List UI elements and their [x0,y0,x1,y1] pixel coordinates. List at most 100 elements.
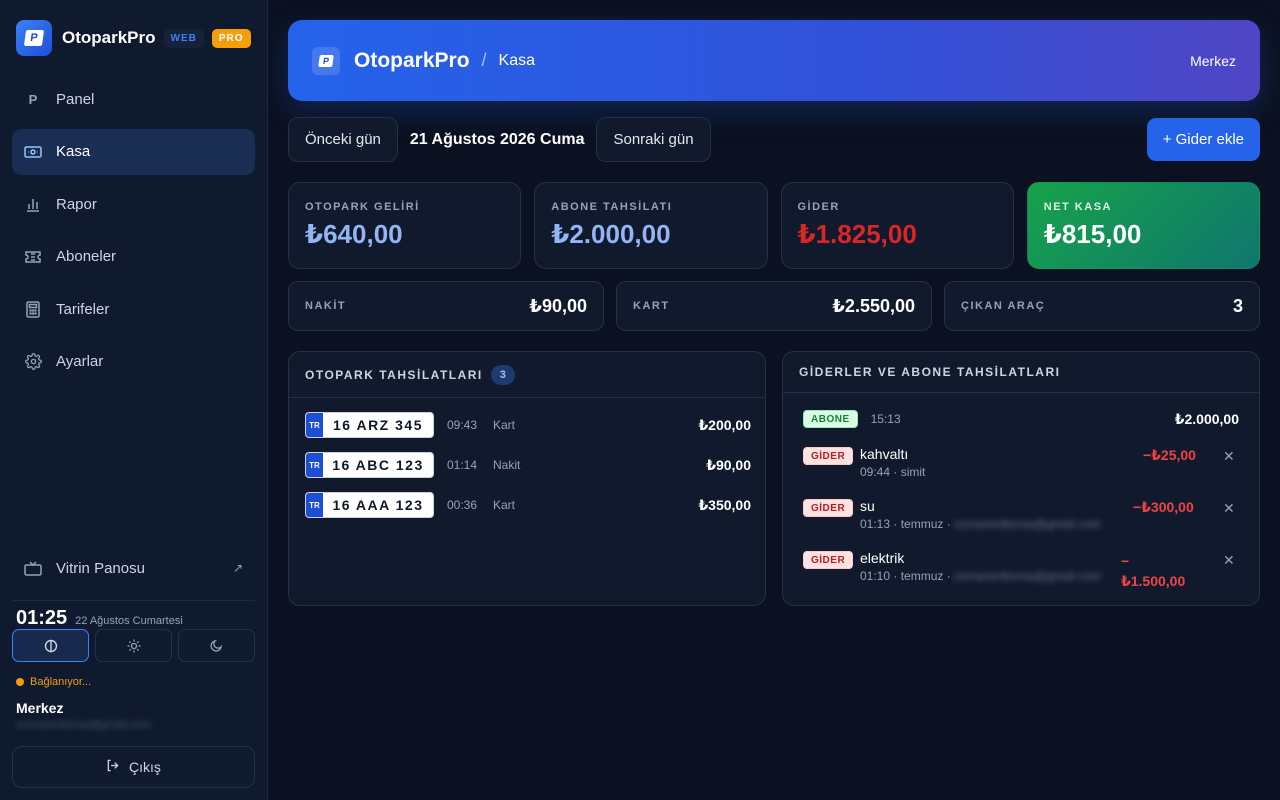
next-day-button[interactable]: Sonraki gün [596,117,711,162]
list-item: ABONE 15:13 ₺2.000,00 [803,409,1239,429]
abone-tag: ABONE [803,410,858,428]
connection-status: Bağlanıyor... [16,676,91,688]
clock-time: 01:25 [16,607,68,629]
clock-date: 22 Ağustos Cumartesi [75,615,183,627]
panel-letter-icon: P [28,91,38,107]
sidebar-item-label: Aboneler [56,248,117,265]
plate-country: TR [306,413,323,437]
sidebar: P OtoparkPro WEB PRO P Panel Kasa Rapor … [0,0,268,800]
entry-amount-sign: − [1121,553,1130,569]
entry-subtitle: 01:13 · temmuz · ozmanertborsa@gmail.com [860,517,1101,531]
date-toolbar: Önceki gün 21 Ağustos 2026 Cuma Sonraki … [288,117,1260,162]
plate-number: 16 AAA 123 [332,497,424,513]
entry-amount-value: ₺1.500,00 [1121,573,1186,589]
status-dot [16,678,24,686]
sidebar-item-label: Tarifeler [56,300,110,318]
sidebar-item-kasa[interactable]: Kasa [12,128,255,175]
sidebar-divider [12,600,255,601]
page-header: P OtoparkPro / Kasa Merkez [288,20,1260,101]
summary-value: ₺90,00 [529,295,587,316]
tv-icon [24,559,42,577]
sidebar-item-rapor[interactable]: Rapor [12,181,255,227]
parking-logo-icon: P [16,20,52,56]
header-brand: OtoparkPro [354,48,470,72]
user-name: Merkez [16,700,64,716]
panel-title: OTOPARK TAHSİLATLARI [305,367,483,382]
table-row[interactable]: TR 16 ARZ 345 09:43 Kart ₺200,00 [305,412,751,438]
payment-amount: ₺90,00 [706,456,751,473]
previous-day-button[interactable]: Önceki gün [288,117,398,162]
cash-icon [24,143,42,161]
stat-card-gider: GİDER ₺1.825,00 [780,182,1014,269]
delete-entry-button[interactable]: ✕ [1223,552,1235,569]
vitrin-panosu-link[interactable]: Vitrin Panosu ↗ [12,546,255,590]
stat-label: OTOPARK GELİRİ [305,201,420,213]
entry-subtitle-text: 01:13 · temmuz · [860,517,955,531]
payment-method: Nakit [493,458,521,472]
entry-amount: −₺300,00 [1133,499,1194,515]
payment-amount: ₺350,00 [698,496,751,513]
parking-payments-panel: OTOPARK TAHSİLATLARI 3 TR 16 ARZ 345 09:… [288,351,766,606]
theme-dark-button[interactable] [178,629,255,662]
theme-auto-button[interactable] [12,629,89,662]
sidebar-item-label: Ayarlar [56,353,104,370]
expenses-panel: GİDERLER VE ABONE TAHSİLATLARI ABONE 15:… [782,351,1260,606]
license-plate: TR 16 ABC 123 [305,452,434,478]
sidebar-item-label: Panel [56,90,95,108]
add-expense-button[interactable]: + Gider ekle [1146,118,1260,161]
stat-card-abone-tahsilati: ABONE TAHSİLATI ₺2.000,00 [534,182,768,269]
license-plate: TR 16 ARZ 345 [305,412,434,438]
entry-subtitle-text: 01:10 · temmuz · [860,569,955,583]
pro-badge: PRO [211,28,251,48]
entry-amount: − ₺1.500,00 [1121,551,1185,591]
panel-header: OTOPARK TAHSİLATLARI 3 [289,352,765,398]
summary-label: NAKİT [305,300,347,312]
count-badge: 3 [490,364,515,385]
clock: 01:25 22 Ağustos Cumartesi [16,607,183,630]
stat-card-net-kasa: NET KASA ₺815,00 [1026,182,1260,269]
user-email: ozmanertborsa@gmail.com [16,719,151,731]
stat-card-otopark-geliri: OTOPARK GELİRİ ₺640,00 [288,182,522,269]
vitrin-label: Vitrin Panosu [56,559,145,577]
entry-amount: ₺2.000,00 [1174,410,1239,427]
sidebar-item-panel[interactable]: P Panel [12,76,255,122]
theme-switcher [12,629,255,662]
entry-title: su [860,498,875,514]
ticket-icon [24,248,42,266]
table-row[interactable]: TR 16 ABC 123 01:14 Nakit ₺90,00 [305,452,751,478]
sidebar-item-ayarlar[interactable]: Ayarlar [12,339,255,385]
table-row[interactable]: TR 16 AAA 123 00:36 Kart ₺350,00 [305,492,751,518]
calculator-icon [24,300,42,318]
entry-subtitle: 09:44 · simit [860,465,926,479]
summary-card-kart: KART ₺2.550,00 [616,281,932,331]
stat-label: NET KASA [1043,201,1112,213]
entry-title: kahvaltı [860,446,909,462]
delete-entry-button[interactable]: ✕ [1223,448,1235,465]
logout-button[interactable]: Çıkış [12,746,255,788]
stat-label: GİDER [797,201,840,213]
payment-time: 01:14 [447,458,478,472]
logout-icon [106,759,119,775]
summary-label: KART [633,300,670,312]
gider-tag: GİDER [803,499,854,517]
entry-text: su 01:13 · temmuz · ozmanertborsa@gmail.… [860,498,1101,531]
web-badge: WEB [163,28,204,48]
delete-entry-button[interactable]: ✕ [1223,500,1235,517]
summary-value: ₺2.550,00 [832,295,915,316]
summary-card-cikan-arac: ÇIKAN ARAÇ 3 [944,281,1260,331]
summary-label: ÇIKAN ARAÇ [961,300,1046,312]
page-title: Kasa [498,51,536,69]
theme-light-button[interactable] [95,629,172,662]
entry-text: kahvaltı 09:44 · simit [860,446,925,479]
sidebar-item-aboneler[interactable]: Aboneler [12,234,255,280]
stat-value: ₺640,00 [305,219,403,249]
entry-email: ozmanertborsa@gmail.com [954,569,1101,583]
entry-text: elektrik 01:10 · temmuz · ozmanertborsa@… [860,550,1101,583]
sidebar-item-tarifeler[interactable]: Tarifeler [12,286,255,332]
bar-chart-icon [24,195,42,213]
parking-logo-icon: P [312,46,340,75]
brand[interactable]: P OtoparkPro WEB PRO [16,20,251,56]
entry-time: 15:13 [870,412,901,426]
stat-value: ₺2.000,00 [551,219,671,249]
list-item: GİDER kahvaltı 09:44 · simit −₺25,00 ✕ [803,446,1239,482]
